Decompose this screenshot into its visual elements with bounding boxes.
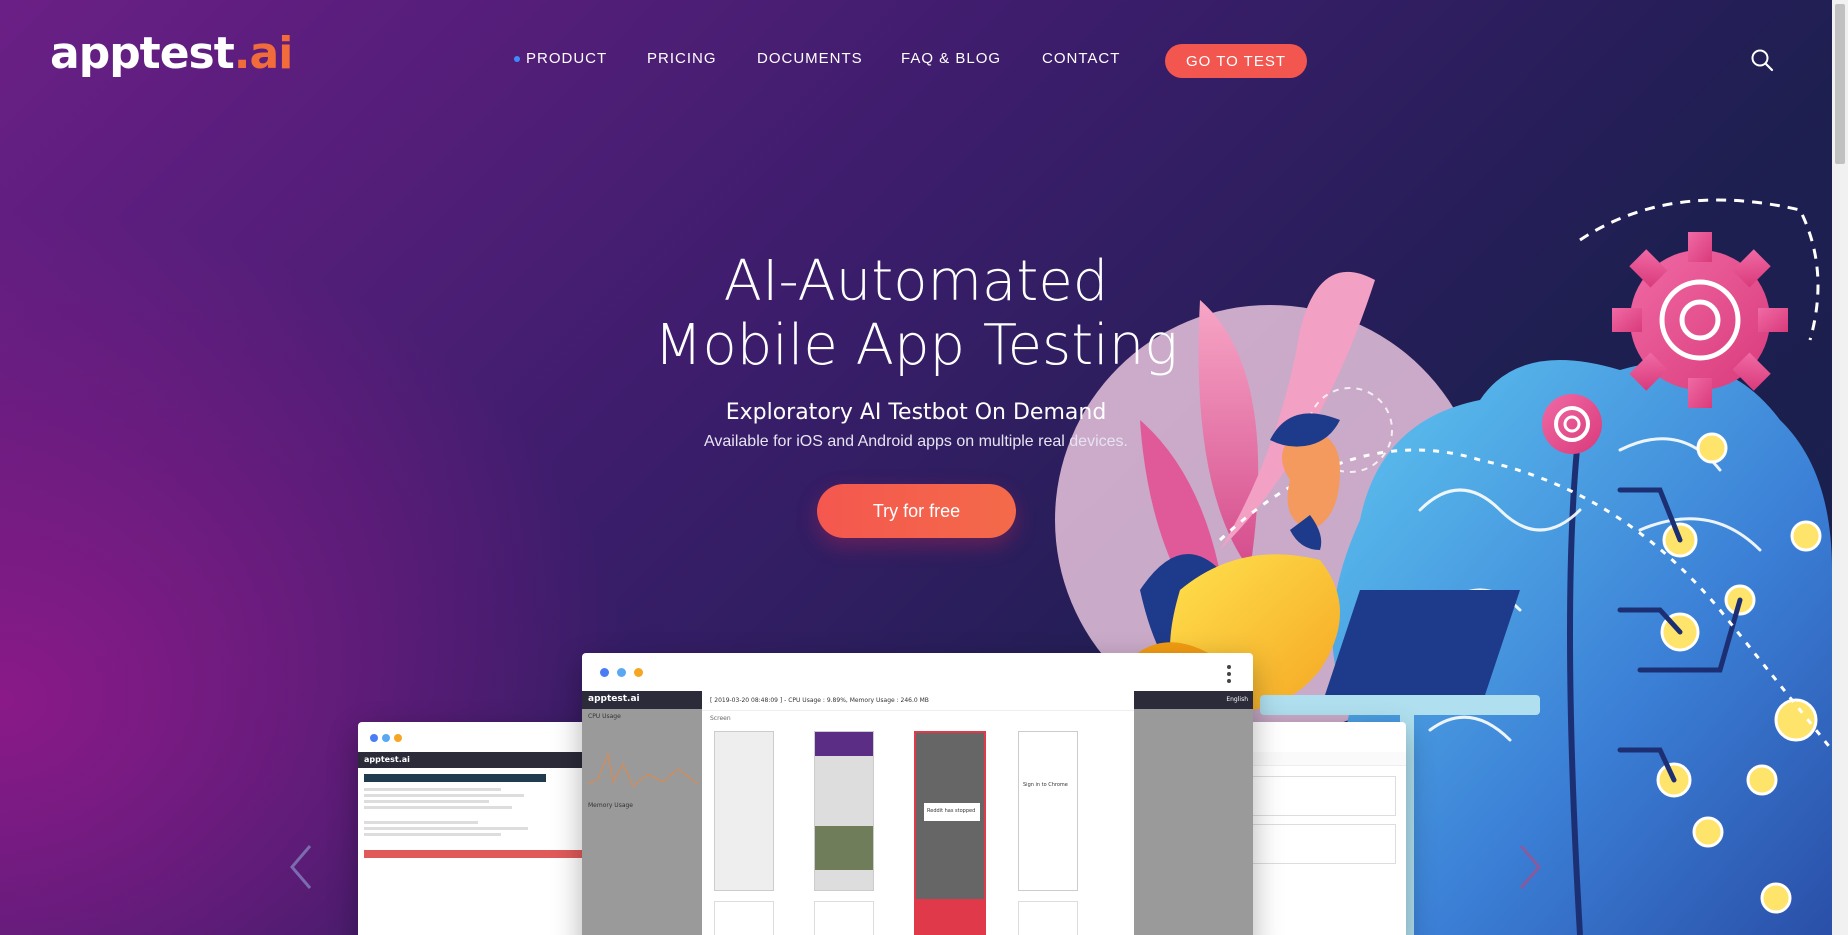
hero-title: AI-Automated Mobile App Testing bbox=[654, 249, 1178, 378]
screenshot-card-left[interactable]: apptest.ai bbox=[358, 722, 598, 935]
go-to-test-button[interactable]: GO TO TEST bbox=[1165, 44, 1307, 78]
nav-item-faq-blog[interactable]: FAQ & BLOG bbox=[901, 50, 1001, 67]
logo-text: apptest bbox=[50, 28, 235, 79]
chart-label-cpu: CPU Usage bbox=[588, 713, 621, 720]
chart-label-memory: Memory Usage bbox=[588, 802, 634, 809]
device-screen bbox=[714, 731, 774, 891]
step-card bbox=[814, 901, 874, 935]
active-dot-icon bbox=[514, 56, 520, 62]
status-line: [ 2019-03-20 08:48:09 ] - CPU Usage : 9.… bbox=[702, 691, 1134, 711]
cpu-chart bbox=[587, 752, 699, 787]
crash-dialog: Reddit has stopped bbox=[924, 803, 980, 821]
gear-icon bbox=[1542, 394, 1602, 454]
screenshot-card-main[interactable]: apptest.ai CPU Usage Memory Usage Englis… bbox=[582, 653, 1253, 935]
nav-item-pricing[interactable]: PRICING bbox=[647, 50, 717, 67]
logo-accent-text: .ai bbox=[233, 28, 293, 79]
screen-modal: [ 2019-03-20 08:48:09 ] - CPU Usage : 9.… bbox=[702, 691, 1134, 935]
window-titlebar bbox=[582, 653, 1253, 691]
nav-label: PRODUCT bbox=[526, 50, 608, 67]
window-titlebar bbox=[358, 722, 598, 752]
report-summary bbox=[358, 768, 598, 864]
gear-icon bbox=[1612, 232, 1788, 408]
section-label: Screen bbox=[710, 715, 731, 722]
language-selector[interactable]: English bbox=[1134, 691, 1253, 709]
nav-item-product[interactable]: PRODUCT bbox=[514, 50, 608, 67]
page-scrollbar[interactable] bbox=[1832, 0, 1848, 935]
chevron-left-icon[interactable] bbox=[286, 842, 316, 892]
device-grid bbox=[1230, 766, 1406, 874]
nav-item-documents[interactable]: DOCUMENTS bbox=[757, 50, 863, 67]
step-card bbox=[1018, 901, 1078, 935]
app-logo: apptest.ai bbox=[582, 691, 702, 709]
device-screen: Sign in to Chrome bbox=[1018, 731, 1078, 891]
hero-description: Available for iOS and Android apps on mu… bbox=[704, 433, 1128, 450]
page: apptest.ai PRODUCT PRICING DOCUMENTS FAQ… bbox=[0, 0, 1832, 935]
app-header: apptest.ai bbox=[358, 752, 598, 768]
chevron-right-icon[interactable] bbox=[1515, 842, 1545, 892]
step-card bbox=[714, 901, 774, 935]
device-screen bbox=[814, 731, 874, 891]
apptest-logo[interactable]: apptest.ai bbox=[50, 28, 293, 79]
error-detail-card bbox=[914, 901, 986, 935]
scrollbar-thumb[interactable] bbox=[1835, 4, 1845, 164]
window-titlebar bbox=[1230, 722, 1406, 752]
hero-subtitle: Exploratory AI Testbot On Demand bbox=[725, 400, 1107, 425]
device-screen-error: Reddit has stopped bbox=[914, 731, 986, 901]
nav-item-contact[interactable]: CONTACT bbox=[1042, 50, 1120, 67]
report-background: apptest.ai CPU Usage Memory Usage bbox=[582, 691, 702, 935]
report-background-right: English bbox=[1134, 691, 1253, 935]
sign-in-text: Sign in to Chrome bbox=[1023, 782, 1068, 788]
search-icon[interactable] bbox=[1750, 48, 1774, 72]
try-for-free-button[interactable]: Try for free bbox=[817, 484, 1016, 538]
more-options-icon[interactable] bbox=[1227, 665, 1231, 683]
screenshot-card-right[interactable] bbox=[1230, 722, 1406, 935]
app-toolbar bbox=[1230, 752, 1406, 766]
